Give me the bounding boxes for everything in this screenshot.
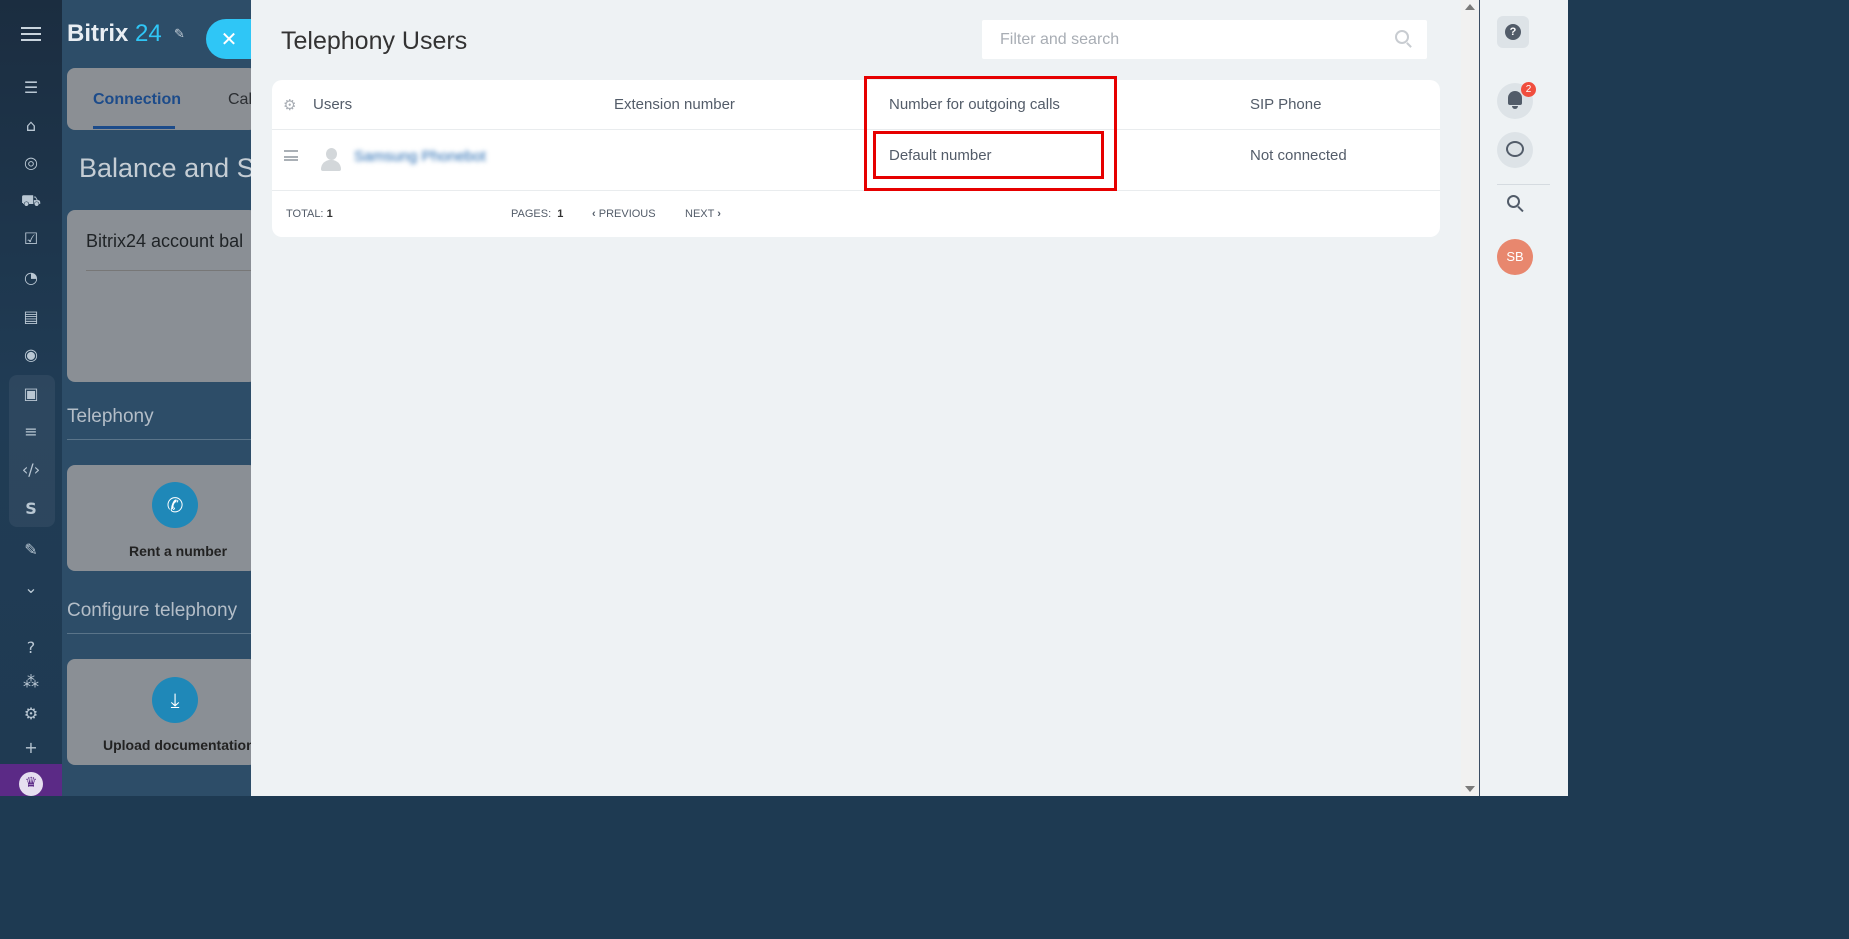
column-header-extension[interactable]: Extension number [614, 96, 735, 113]
next-button[interactable]: NEXT › [685, 208, 721, 220]
notification-badge: 2 [1521, 82, 1536, 97]
search-icon[interactable] [1507, 195, 1520, 208]
search-icon[interactable] [1395, 30, 1409, 44]
question-icon: ? [1505, 24, 1521, 40]
left-navigation: ☰ ⌂ ◎ ⛟ ☑ ◔ ▤ ◉ ▣ ≡ ‹/› S ✎ ⌄ ? ⁂ ⚙ + ♛ [0, 0, 67, 796]
bg-heading: Balance and St [79, 153, 263, 183]
divider [67, 439, 257, 440]
tab-active-underline [93, 126, 175, 129]
highlight-box-cell [873, 131, 1104, 179]
divider [86, 270, 256, 271]
help-icon[interactable]: ? [20, 637, 42, 659]
user-name[interactable]: Samsung Phonebot [354, 148, 486, 165]
phone-icon: ✆ [152, 482, 198, 528]
chat-icon [1506, 141, 1524, 157]
more-icon[interactable]: ⌄ [20, 577, 42, 599]
tab-calls[interactable]: Cal [228, 91, 252, 109]
right-toolbar: ? 2 SB [1480, 0, 1568, 796]
user-avatar-icon [319, 146, 343, 172]
column-header-sip[interactable]: SIP Phone [1250, 96, 1321, 113]
divider [272, 190, 1440, 191]
telephony-section-title: Telephony [67, 406, 154, 427]
s-icon[interactable]: S [20, 498, 42, 520]
tab-connection[interactable]: Connection [93, 91, 181, 109]
code-icon[interactable]: ‹/› [20, 459, 42, 481]
previous-button[interactable]: ‹ PREVIOUS [592, 208, 656, 220]
tasks-icon[interactable]: ☑ [20, 228, 42, 250]
crown-icon: ♛ [19, 772, 43, 796]
filter-icon[interactable]: ☰ [20, 77, 42, 99]
menu-icon[interactable] [21, 27, 41, 41]
divider [1497, 184, 1550, 185]
total-count: TOTAL: 1 [286, 208, 333, 220]
settings-icon[interactable]: ⚙ [20, 703, 42, 725]
chevron-left-icon: ‹ [592, 208, 596, 220]
sign-icon[interactable]: ✎ [20, 539, 42, 561]
bank-icon[interactable]: ⌂ [20, 115, 42, 137]
chevron-right-icon: › [717, 208, 721, 220]
scroll-down-icon[interactable] [1465, 786, 1475, 792]
box-icon[interactable]: ▣ [20, 383, 42, 405]
scrollbar[interactable] [1461, 0, 1479, 796]
plan-badge[interactable]: ♛ [0, 764, 67, 796]
page-title: Telephony Users [281, 27, 468, 55]
scroll-up-icon[interactable] [1465, 4, 1475, 10]
upload-icon: ⤓ [152, 677, 198, 723]
bell-icon [1508, 91, 1522, 109]
contact-card-icon[interactable]: ▤ [20, 306, 42, 328]
drag-handle-icon[interactable] [284, 150, 298, 161]
cart-icon[interactable]: ⛟ [20, 190, 42, 212]
users-grid: ⚙ Users Extension number Number for outg… [272, 80, 1440, 237]
plus-icon[interactable]: + [20, 737, 42, 759]
pages-count: PAGES: 1 [511, 208, 564, 220]
telephony-users-panel: Telephony Users Filter and search ⚙ User… [251, 0, 1461, 796]
search-input[interactable]: Filter and search [982, 20, 1427, 59]
help-button[interactable]: ? [1497, 16, 1529, 48]
divider [67, 633, 257, 634]
edit-pencil-icon[interactable]: ✎ [174, 27, 185, 42]
configure-section-title: Configure telephony [67, 600, 238, 621]
pie-icon[interactable]: ◔ [20, 267, 42, 289]
marketing-icon[interactable]: ≡ [20, 421, 42, 443]
sip-phone-cell: Not connected [1250, 147, 1347, 164]
gear-icon[interactable]: ⚙ [283, 96, 296, 114]
search-placeholder: Filter and search [1000, 31, 1120, 48]
logo[interactable]: Bitrix 24 [67, 20, 162, 48]
sitemap-icon[interactable]: ⁂ [20, 671, 42, 693]
avatar[interactable]: SB [1497, 239, 1533, 275]
divider [272, 129, 1440, 130]
column-header-users[interactable]: Users [313, 96, 352, 113]
chat-button[interactable] [1497, 132, 1533, 168]
balance-title: Bitrix24 account bal [86, 231, 244, 251]
target-icon[interactable]: ◎ [20, 152, 42, 174]
robot-icon[interactable]: ◉ [20, 344, 42, 366]
close-slider-button[interactable]: ✕ [206, 19, 252, 59]
